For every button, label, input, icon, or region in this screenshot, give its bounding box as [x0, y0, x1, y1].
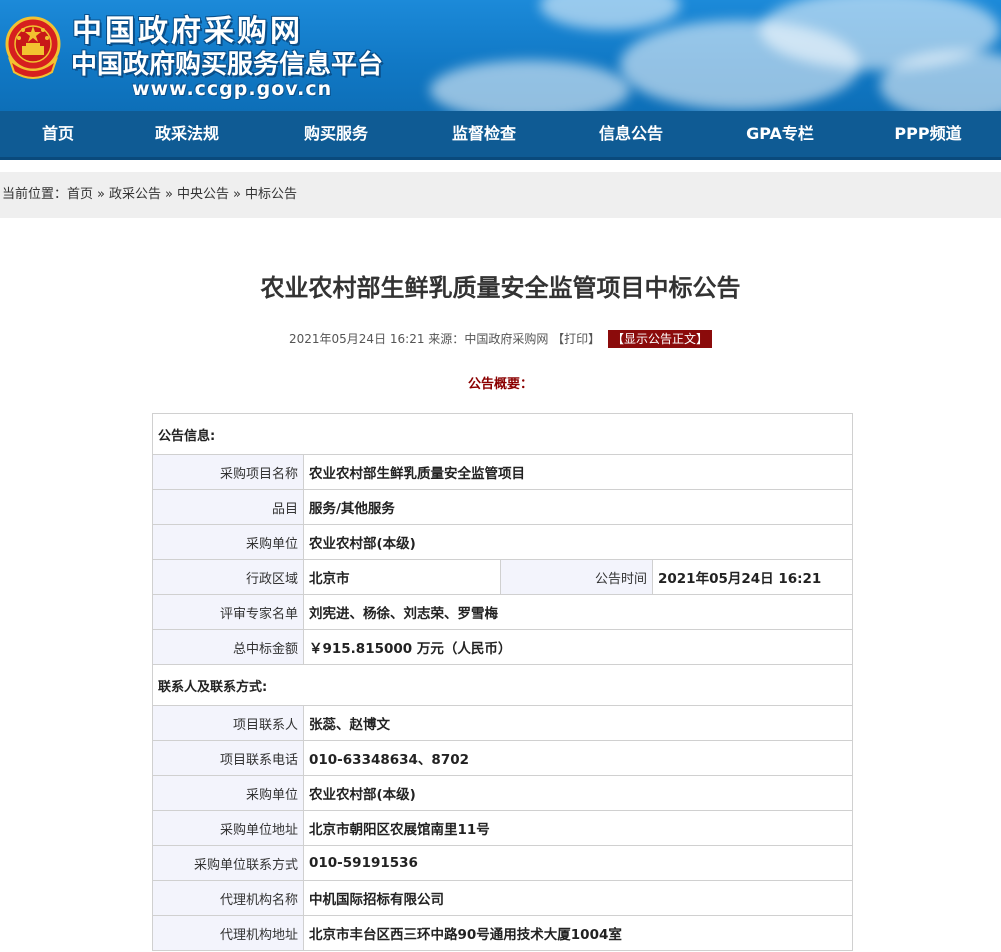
table-row: 采购单位 农业农村部(本级)	[152, 524, 854, 560]
table-row: 行政区域 北京市 公告时间 2021年05月24日 16:21	[152, 559, 854, 595]
breadcrumb-home[interactable]: 首页	[67, 187, 93, 202]
buyer-value: 农业农村部(本级)	[302, 524, 854, 560]
source-name: 中国政府采购网	[464, 332, 549, 346]
main-nav: 首页 政采法规 购买服务 监督检查 信息公告 GPA专栏 PPP频道	[0, 111, 1001, 160]
national-emblem-icon[interactable]	[4, 14, 62, 80]
nav-item-gpa[interactable]: GPA专栏	[720, 111, 840, 157]
buyer2-value: 农业农村部(本级)	[302, 775, 854, 811]
breadcrumb-separator: »	[165, 187, 173, 202]
announcement-table: 公告信息: 采购项目名称 农业农村部生鲜乳质量安全监管项目 品目 服务/其他服务…	[151, 413, 854, 951]
nav-item-home[interactable]: 首页	[0, 111, 118, 157]
publish-time-label: 公告时间	[500, 559, 653, 595]
section-announcement-info: 公告信息:	[151, 413, 854, 455]
page-title: 农业农村部生鲜乳质量安全监管项目中标公告	[260, 274, 741, 302]
publish-time-value: 2021年05月24日 16:21	[651, 559, 854, 595]
buyer-contact-value: 010-59191536	[302, 845, 854, 881]
site-name: 中国政府采购网	[72, 14, 303, 49]
agency-name-label: 代理机构名称	[152, 880, 304, 916]
project-name-label: 采购项目名称	[152, 454, 304, 490]
project-name-value: 农业农村部生鲜乳质量安全监管项目	[302, 454, 854, 490]
agency-address-value: 北京市丰台区西三环中路90号通用技术大厦1004室	[302, 915, 854, 951]
region-value: 北京市	[303, 559, 501, 595]
nav-item-supervision[interactable]: 监督检查	[424, 111, 544, 157]
table-row: 采购项目名称 农业农村部生鲜乳质量安全监管项目	[152, 454, 854, 490]
table-row: 代理机构名称 中机国际招标有限公司	[152, 880, 854, 916]
nav-item-procurement-law[interactable]: 政采法规	[127, 111, 247, 157]
table-row: 采购单位地址 北京市朝阳区农展馆南里11号	[152, 810, 854, 846]
agency-name-value: 中机国际招标有限公司	[302, 880, 854, 916]
breadcrumb: 当前位置：首页 » 政采公告 » 中央公告 » 中标公告	[0, 172, 1001, 218]
table-row: 公告信息:	[151, 413, 854, 455]
table-row: 品目 服务/其他服务	[152, 489, 854, 525]
site-subname: 中国政府购买服务信息平台	[71, 50, 384, 80]
breadcrumb-separator: »	[233, 187, 241, 202]
nav-item-announcements[interactable]: 信息公告	[571, 111, 691, 157]
buyer-address-value: 北京市朝阳区农展馆南里11号	[302, 810, 854, 846]
print-link[interactable]: 【打印】	[552, 332, 600, 346]
table-row: 评审专家名单 刘宪进、杨徐、刘志荣、罗雪梅	[152, 594, 854, 630]
contact-phone-value: 010-63348634、8702	[302, 740, 854, 776]
breadcrumb-prefix: 当前位置：	[2, 187, 68, 202]
amount-value: ￥915.815000 万元（人民币）	[302, 629, 854, 665]
table-row: 联系人及联系方式:	[151, 664, 854, 706]
show-announcement-text-button[interactable]: 【显示公告正文】	[608, 330, 713, 348]
category-label: 品目	[152, 489, 304, 525]
buyer-label: 采购单位	[152, 524, 304, 560]
contact-person-label: 项目联系人	[152, 705, 304, 741]
nav-item-purchase-services[interactable]: 购买服务	[276, 111, 396, 157]
article-meta: 2021年05月24日 16:21 来源：中国政府采购网 【打印】 【显示公告正…	[0, 330, 1001, 348]
table-row: 项目联系人 张蕊、赵博文	[152, 705, 854, 741]
table-row: 采购单位联系方式 010-59191536	[152, 845, 854, 881]
section-contact-info: 联系人及联系方式:	[151, 664, 854, 706]
table-row: 总中标金额 ￥915.815000 万元（人民币）	[152, 629, 854, 665]
overview-heading: 公告概要：	[467, 377, 533, 392]
category-value: 服务/其他服务	[302, 489, 854, 525]
buyer-contact-label: 采购单位联系方式	[152, 845, 304, 881]
breadcrumb-procurement-notices[interactable]: 政采公告	[109, 187, 161, 202]
agency-address-label: 代理机构地址	[152, 915, 304, 951]
breadcrumb-separator: »	[97, 187, 105, 202]
site-url: www.ccgp.gov.cn	[132, 78, 333, 100]
publish-date: 2021年05月24日 16:21	[288, 332, 425, 346]
buyer-address-label: 采购单位地址	[152, 810, 304, 846]
experts-label: 评审专家名单	[152, 594, 304, 630]
table-row: 代理机构地址 北京市丰台区西三环中路90号通用技术大厦1004室	[152, 915, 854, 951]
table-row: 项目联系电话 010-63348634、8702	[152, 740, 854, 776]
region-label: 行政区域	[152, 559, 304, 595]
breadcrumb-central-notices[interactable]: 中央公告	[177, 187, 229, 202]
nav-item-ppp[interactable]: PPP频道	[868, 111, 988, 157]
source-label: 来源：	[428, 332, 465, 346]
buyer2-label: 采购单位	[152, 775, 304, 811]
experts-value: 刘宪进、杨徐、刘志荣、罗雪梅	[302, 594, 854, 630]
table-row: 采购单位 农业农村部(本级)	[152, 775, 854, 811]
amount-label: 总中标金额	[152, 629, 304, 665]
site-banner: 中国政府采购网 中国政府购买服务信息平台 www.ccgp.gov.cn	[0, 0, 1001, 111]
breadcrumb-award-notices[interactable]: 中标公告	[245, 187, 297, 202]
contact-phone-label: 项目联系电话	[152, 740, 304, 776]
contact-person-value: 张蕊、赵博文	[302, 705, 854, 741]
